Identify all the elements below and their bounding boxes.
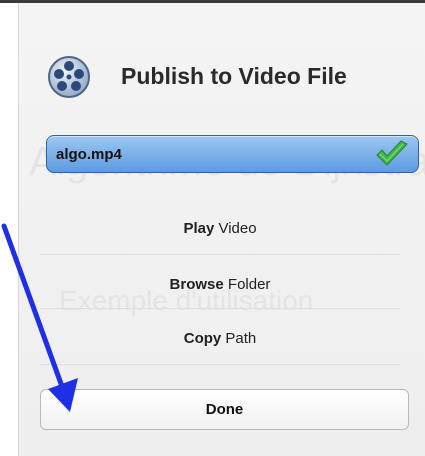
copy-path-object: Path [225, 330, 257, 347]
green-check-icon [376, 140, 408, 166]
dialog-title: Publish to Video File [121, 63, 347, 89]
play-video-button[interactable]: Play Video [40, 220, 400, 240]
done-button[interactable]: Done [40, 389, 409, 430]
film-reel-icon [48, 56, 90, 98]
divider [40, 308, 400, 309]
play-video-verb: Play [183, 220, 215, 237]
browse-folder-object: Folder [227, 276, 271, 293]
divider [40, 364, 400, 365]
output-file-field[interactable]: algo.mp4 [46, 135, 419, 173]
browse-folder-button[interactable]: Browse Folder [40, 276, 400, 296]
browse-folder-verb: Browse [169, 276, 224, 293]
divider [40, 254, 400, 255]
output-file-name: algo.mp4 [56, 146, 122, 163]
play-video-object: Video [218, 220, 257, 237]
copy-path-verb: Copy [183, 330, 222, 347]
copy-path-button[interactable]: Copy Path [40, 330, 400, 350]
